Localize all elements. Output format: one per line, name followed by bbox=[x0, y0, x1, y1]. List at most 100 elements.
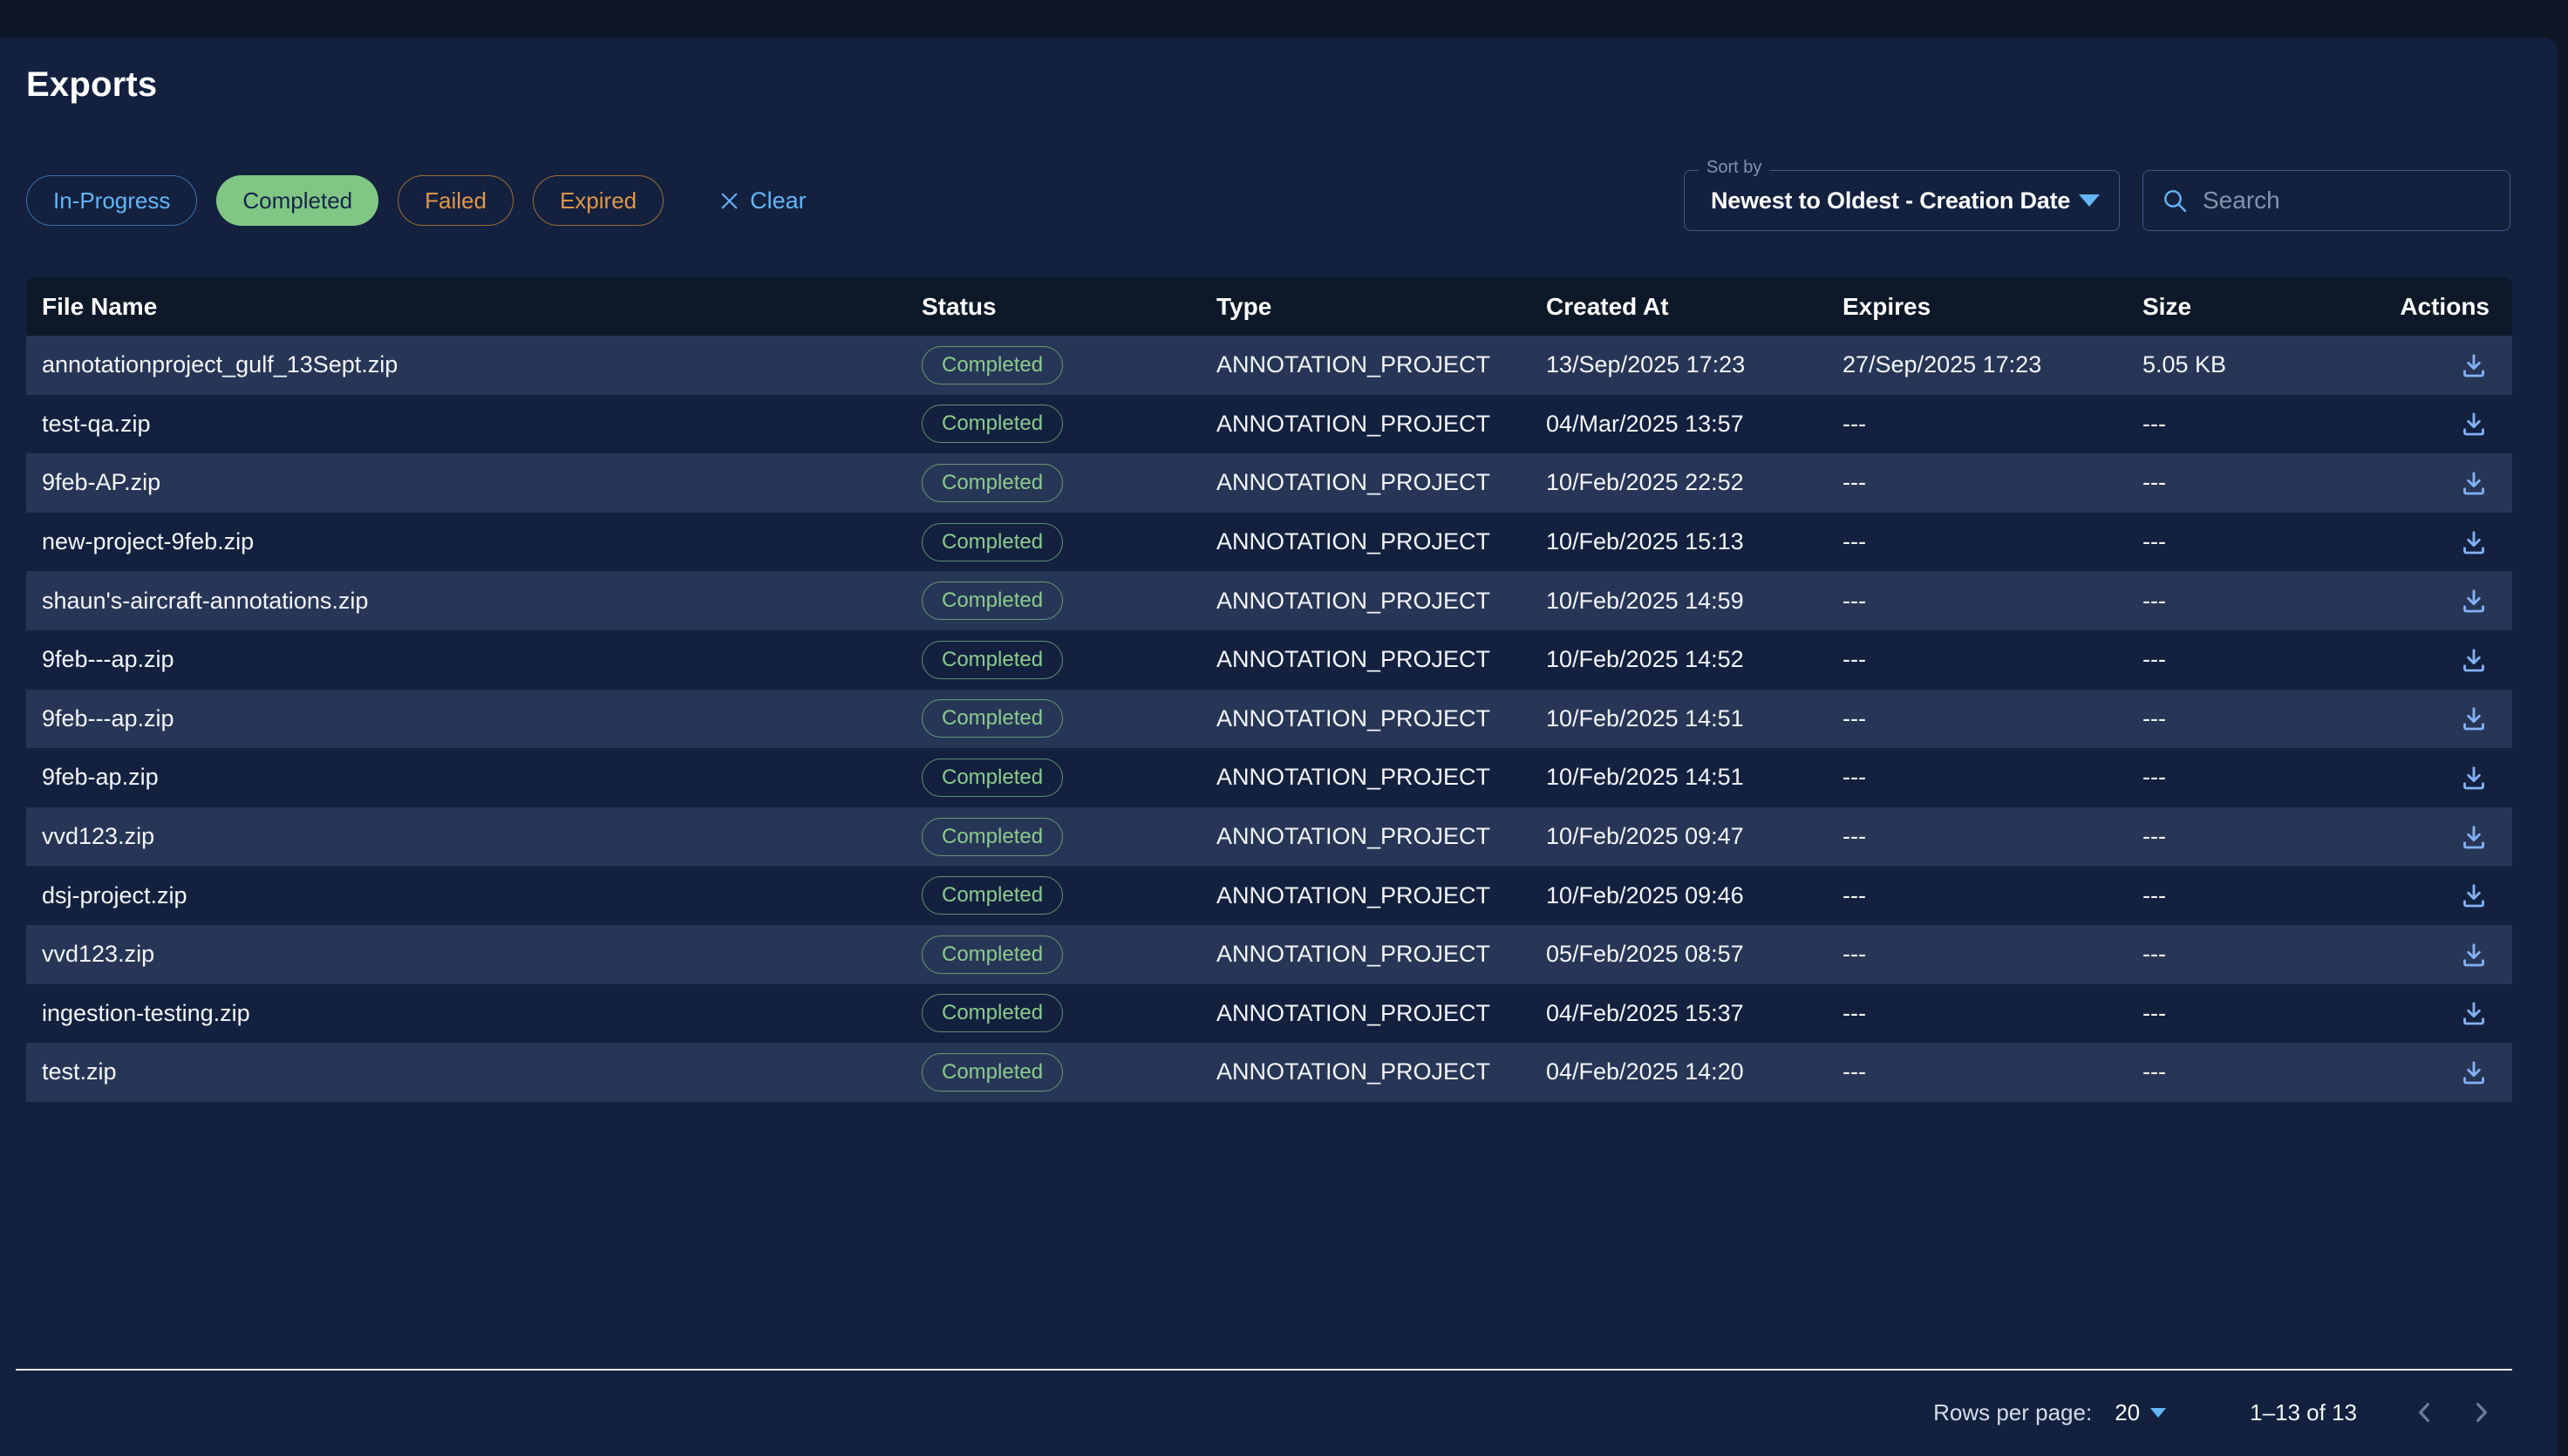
search-box bbox=[2142, 170, 2510, 231]
cell-size: --- bbox=[2142, 646, 2411, 673]
download-icon bbox=[2458, 467, 2490, 499]
download-button[interactable] bbox=[2458, 762, 2490, 793]
cell-expires: --- bbox=[1843, 1058, 2142, 1085]
download-icon bbox=[2458, 880, 2490, 911]
table-row: new-project-9feb.zip Completed ANNOTATIO… bbox=[26, 513, 2512, 572]
clear-filters-button[interactable]: Clear bbox=[718, 187, 807, 214]
cell-status: Completed bbox=[922, 405, 1216, 443]
rows-per-page-select[interactable]: 20 bbox=[2115, 1399, 2166, 1426]
cell-expires: --- bbox=[1843, 1000, 2142, 1027]
col-type: Type bbox=[1216, 293, 1546, 321]
download-icon bbox=[2458, 939, 2490, 970]
col-size: Size bbox=[2142, 293, 2411, 321]
cell-size: --- bbox=[2142, 823, 2411, 850]
cell-type: ANNOTATION_PROJECT bbox=[1216, 411, 1546, 438]
cell-status: Completed bbox=[922, 1053, 1216, 1092]
cell-expires: --- bbox=[1843, 823, 2142, 850]
col-actions: Actions bbox=[2411, 293, 2512, 321]
cell-created-at: 10/Feb/2025 14:51 bbox=[1546, 705, 1843, 732]
download-button[interactable] bbox=[2458, 467, 2490, 499]
top-bar bbox=[0, 0, 2568, 37]
download-button[interactable] bbox=[2458, 703, 2490, 734]
cell-expires: --- bbox=[1843, 646, 2142, 673]
cell-type: ANNOTATION_PROJECT bbox=[1216, 764, 1546, 791]
download-button[interactable] bbox=[2458, 997, 2490, 1029]
cell-type: ANNOTATION_PROJECT bbox=[1216, 351, 1546, 378]
download-button[interactable] bbox=[2458, 350, 2490, 381]
cell-type: ANNOTATION_PROJECT bbox=[1216, 588, 1546, 615]
download-button[interactable] bbox=[2458, 527, 2490, 558]
cell-file-name: 9feb-AP.zip bbox=[26, 469, 922, 496]
download-button[interactable] bbox=[2458, 644, 2490, 676]
cell-size: 5.05 KB bbox=[2142, 351, 2411, 378]
cell-status: Completed bbox=[922, 818, 1216, 856]
download-button[interactable] bbox=[2458, 880, 2490, 911]
cell-type: ANNOTATION_PROJECT bbox=[1216, 1000, 1546, 1027]
cell-expires: 27/Sep/2025 17:23 bbox=[1843, 351, 2142, 378]
cell-status: Completed bbox=[922, 582, 1216, 620]
cell-status: Completed bbox=[922, 876, 1216, 915]
cell-file-name: ingestion-testing.zip bbox=[26, 1000, 922, 1027]
search-input[interactable] bbox=[2203, 187, 2517, 214]
download-button[interactable] bbox=[2458, 408, 2490, 439]
download-button[interactable] bbox=[2458, 1057, 2490, 1088]
cell-actions bbox=[2411, 762, 2512, 793]
download-icon bbox=[2458, 408, 2490, 439]
status-badge: Completed bbox=[922, 994, 1063, 1032]
filter-chip-failed[interactable]: Failed bbox=[398, 175, 514, 226]
filter-chip-in-progress[interactable]: In-Progress bbox=[26, 175, 197, 226]
cell-type: ANNOTATION_PROJECT bbox=[1216, 882, 1546, 909]
next-page-button[interactable] bbox=[2462, 1393, 2500, 1432]
cell-type: ANNOTATION_PROJECT bbox=[1216, 528, 1546, 555]
page-title: Exports bbox=[26, 65, 157, 105]
table-row: dsj-project.zip Completed ANNOTATION_PRO… bbox=[26, 866, 2512, 925]
download-button[interactable] bbox=[2458, 585, 2490, 616]
cell-created-at: 10/Feb/2025 09:46 bbox=[1546, 882, 1843, 909]
cell-actions bbox=[2411, 644, 2512, 676]
cell-status: Completed bbox=[922, 936, 1216, 974]
download-button[interactable] bbox=[2458, 939, 2490, 970]
cell-expires: --- bbox=[1843, 588, 2142, 615]
cell-type: ANNOTATION_PROJECT bbox=[1216, 705, 1546, 732]
cell-status: Completed bbox=[922, 699, 1216, 738]
cell-size: --- bbox=[2142, 941, 2411, 968]
download-icon bbox=[2458, 703, 2490, 734]
cell-created-at: 10/Feb/2025 22:52 bbox=[1546, 469, 1843, 496]
cell-actions bbox=[2411, 350, 2512, 381]
cell-created-at: 05/Feb/2025 08:57 bbox=[1546, 941, 1843, 968]
download-icon bbox=[2458, 527, 2490, 558]
cell-created-at: 10/Feb/2025 14:52 bbox=[1546, 646, 1843, 673]
exports-table: File Name Status Type Created At Expires… bbox=[26, 277, 2512, 1102]
previous-page-button[interactable] bbox=[2406, 1393, 2444, 1432]
cell-created-at: 04/Mar/2025 13:57 bbox=[1546, 411, 1843, 438]
cell-created-at: 10/Feb/2025 14:51 bbox=[1546, 764, 1843, 791]
footer-divider bbox=[16, 1369, 2512, 1371]
cell-file-name: 9feb-ap.zip bbox=[26, 764, 922, 791]
search-icon bbox=[2161, 187, 2189, 214]
cell-expires: --- bbox=[1843, 411, 2142, 438]
chevron-down-icon bbox=[2079, 194, 2100, 207]
cell-expires: --- bbox=[1843, 941, 2142, 968]
cell-actions bbox=[2411, 880, 2512, 911]
status-badge: Completed bbox=[922, 582, 1063, 620]
status-badge: Completed bbox=[922, 759, 1063, 797]
sort-by-label: Sort by bbox=[1699, 158, 1769, 178]
rows-per-page-label: Rows per page: bbox=[1933, 1399, 2092, 1426]
cell-actions bbox=[2411, 1057, 2512, 1088]
download-icon bbox=[2458, 350, 2490, 381]
cell-file-name: annotationproject_gulf_13Sept.zip bbox=[26, 351, 922, 378]
sort-by-dropdown[interactable]: Sort by Newest to Oldest - Creation Date bbox=[1684, 170, 2120, 231]
download-icon bbox=[2458, 762, 2490, 793]
table-row: test.zip Completed ANNOTATION_PROJECT 04… bbox=[26, 1043, 2512, 1102]
col-created-at: Created At bbox=[1546, 293, 1843, 321]
filter-chip-expired[interactable]: Expired bbox=[533, 175, 664, 226]
table-row: 9feb-ap.zip Completed ANNOTATION_PROJECT… bbox=[26, 748, 2512, 807]
cell-type: ANNOTATION_PROJECT bbox=[1216, 646, 1546, 673]
cell-expires: --- bbox=[1843, 882, 2142, 909]
filter-chip-completed[interactable]: Completed bbox=[216, 175, 378, 226]
cell-actions bbox=[2411, 408, 2512, 439]
status-badge: Completed bbox=[922, 405, 1063, 443]
download-button[interactable] bbox=[2458, 821, 2490, 853]
rows-per-page-value: 20 bbox=[2115, 1399, 2140, 1426]
cell-size: --- bbox=[2142, 882, 2411, 909]
